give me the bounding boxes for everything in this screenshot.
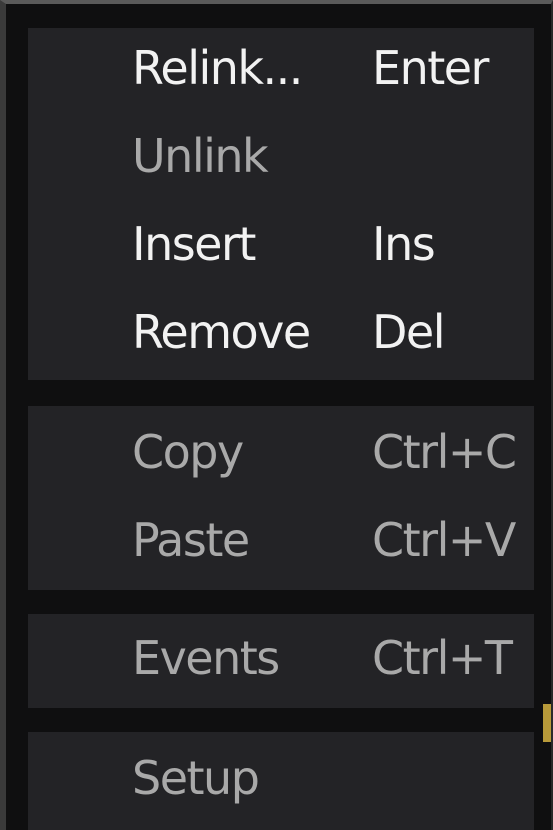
menu-item-copy-shortcut: Ctrl+C <box>372 425 517 479</box>
menu-item-events-shortcut: Ctrl+T <box>372 631 513 685</box>
menu-item-events-label: Events <box>132 631 280 685</box>
menu-item-remove-label: Remove <box>132 305 311 359</box>
menu-item-insert-label: Insert <box>132 217 256 271</box>
menu-group-events: Events Ctrl+T <box>28 614 534 708</box>
menu-item-relink[interactable]: Relink... Enter <box>28 28 534 112</box>
menu-item-paste-shortcut: Ctrl+V <box>372 513 516 567</box>
menu-item-unlink[interactable]: Unlink <box>28 116 534 200</box>
context-menu: Relink... Enter Unlink Insert Ins Remove… <box>0 0 553 830</box>
menu-item-insert-shortcut: Ins <box>372 217 436 271</box>
menu-item-copy[interactable]: Copy Ctrl+C <box>28 412 534 496</box>
menu-item-paste[interactable]: Paste Ctrl+V <box>28 500 534 584</box>
menu-item-remove[interactable]: Remove Del <box>28 292 534 376</box>
menu-item-events[interactable]: Events Ctrl+T <box>28 618 534 702</box>
menu-item-unlink-label: Unlink <box>132 129 269 183</box>
menu-item-insert[interactable]: Insert Ins <box>28 204 534 288</box>
menu-item-paste-label: Paste <box>132 513 250 567</box>
menu-group-link-actions: Relink... Enter Unlink Insert Ins Remove… <box>28 28 534 380</box>
menu-item-remove-shortcut: Del <box>372 305 446 359</box>
menu-item-copy-label: Copy <box>132 425 244 479</box>
menu-item-relink-label: Relink... <box>132 41 303 95</box>
menu-item-setup[interactable]: Setup <box>28 738 534 822</box>
menu-item-relink-shortcut: Enter <box>372 41 489 95</box>
background-window-edge <box>543 704 551 742</box>
menu-group-setup: Setup <box>28 732 534 830</box>
menu-group-clipboard: Copy Ctrl+C Paste Ctrl+V <box>28 406 534 590</box>
menu-item-setup-label: Setup <box>132 751 260 805</box>
